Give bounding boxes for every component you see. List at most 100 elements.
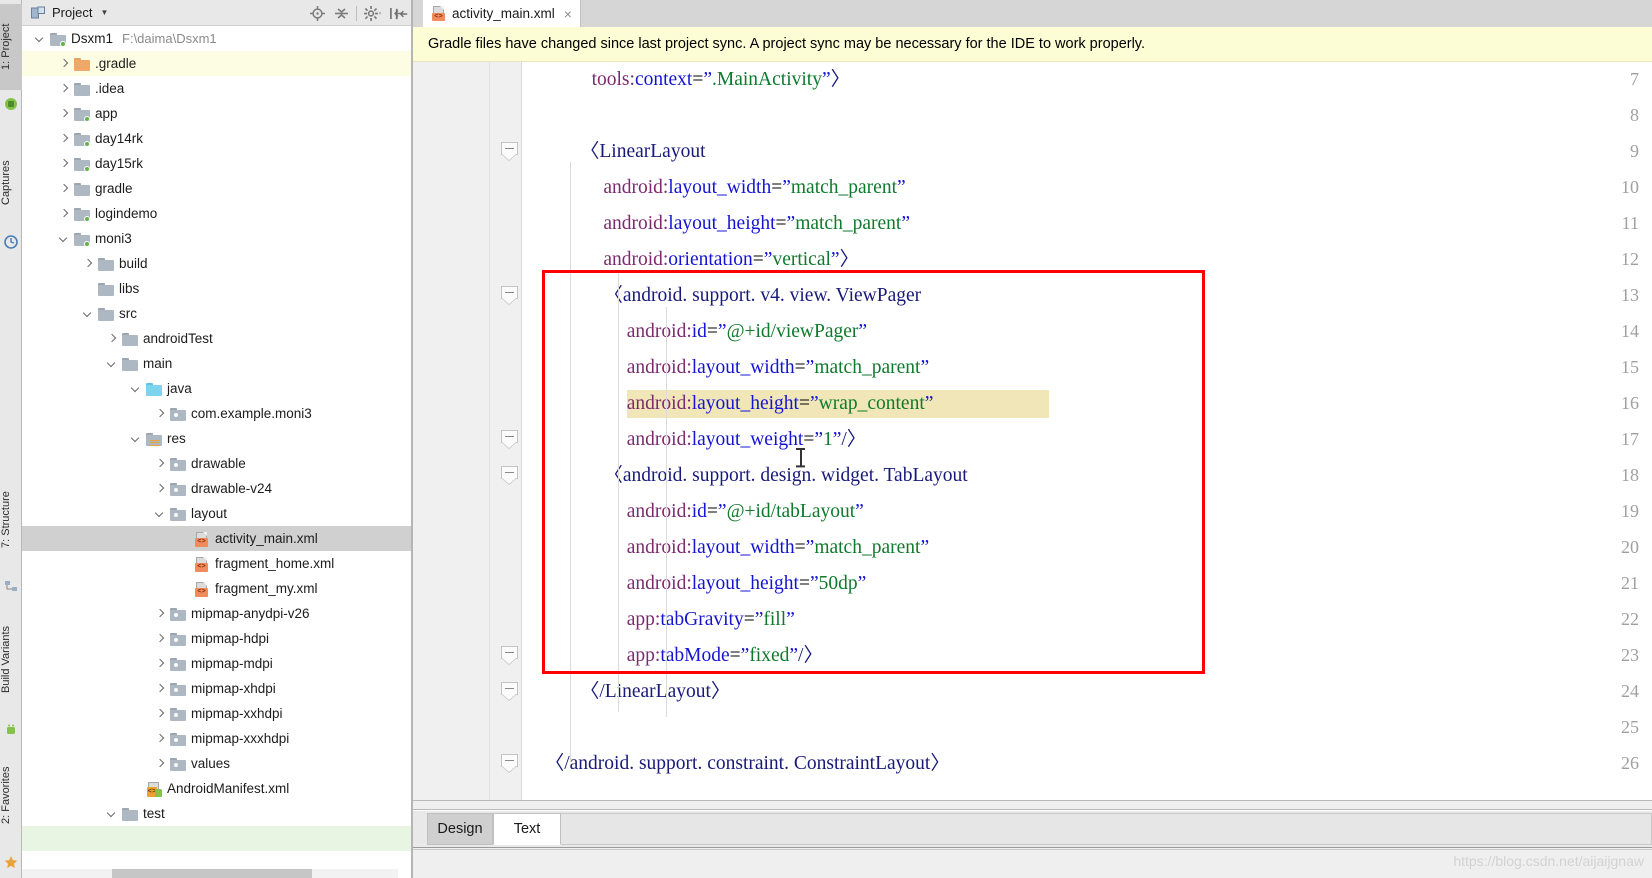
tree-row[interactable]: logindemo bbox=[22, 201, 412, 226]
chevron-right-icon[interactable] bbox=[154, 682, 167, 695]
code-fold-icon[interactable] bbox=[501, 754, 518, 774]
code-line[interactable]: 〈/android. support. constraint. Constrai… bbox=[545, 746, 950, 782]
chevron-right-icon[interactable] bbox=[154, 632, 167, 645]
sidebar-button-structure[interactable]: 7: Structure bbox=[0, 468, 22, 572]
code-line[interactable]: android:id=”@+id/tabLayout” bbox=[627, 494, 864, 530]
code-editor[interactable]: 7 tools:context=”.MainActivity”〉 8 9 〈Linear… bbox=[413, 62, 1652, 800]
tree-row[interactable]: values bbox=[22, 751, 412, 776]
tree-row[interactable]: test bbox=[22, 801, 412, 826]
code-line[interactable]: android:layout_width=”match_parent” bbox=[627, 530, 929, 566]
chevron-right-icon[interactable] bbox=[58, 82, 71, 95]
chevron-right-icon[interactable] bbox=[58, 57, 71, 70]
tree-row[interactable]: layout bbox=[22, 501, 412, 526]
chevron-right-icon[interactable] bbox=[154, 457, 167, 470]
code-line[interactable]: 〈LinearLayout bbox=[580, 134, 706, 170]
code-fold-icon[interactable] bbox=[501, 682, 518, 702]
tree-row[interactable]: <> AndroidManifest.xml bbox=[22, 776, 412, 801]
chevron-down-icon[interactable] bbox=[82, 307, 95, 320]
tree-row[interactable]: src bbox=[22, 301, 412, 326]
tree-row[interactable]: mipmap-mdpi bbox=[22, 651, 412, 676]
code-line[interactable]: app:tabGravity=”fill” bbox=[627, 602, 795, 638]
tree-row[interactable]: <> fragment_home.xml bbox=[22, 551, 412, 576]
chevron-right-icon[interactable] bbox=[154, 707, 167, 720]
tab-text[interactable]: Text bbox=[493, 813, 561, 845]
tree-row[interactable]: drawable-v24 bbox=[22, 476, 412, 501]
chevron-down-icon[interactable] bbox=[34, 32, 47, 45]
tree-row[interactable]: .gradle bbox=[22, 51, 412, 76]
tree-row[interactable] bbox=[22, 826, 412, 851]
chevron-right-icon[interactable] bbox=[154, 657, 167, 670]
chevron-right-icon[interactable] bbox=[58, 182, 71, 195]
close-icon[interactable]: × bbox=[564, 7, 572, 21]
chevron-down-icon[interactable] bbox=[130, 432, 143, 445]
sidebar-button-captures[interactable]: Captures bbox=[0, 138, 22, 228]
tree-row[interactable]: gradle bbox=[22, 176, 412, 201]
code-line[interactable]: app:tabMode=”fixed”/〉 bbox=[627, 638, 823, 674]
tree-row[interactable]: app bbox=[22, 101, 412, 126]
sidebar-button-build-variants[interactable]: Build Variants bbox=[0, 600, 22, 718]
tree-row[interactable]: res bbox=[22, 426, 412, 451]
chevron-right-icon[interactable] bbox=[58, 132, 71, 145]
tree-row[interactable]: <> activity_main.xml bbox=[22, 526, 412, 551]
tree-row[interactable]: day14rk bbox=[22, 126, 412, 151]
code-line[interactable]: android:orientation=”vertical”〉 bbox=[603, 242, 859, 278]
tree-row[interactable]: mipmap-anydpi-v26 bbox=[22, 601, 412, 626]
code-line[interactable]: 〈android. support. design. widget. TabLa… bbox=[603, 458, 967, 494]
code-line[interactable]: android:id=”@+id/viewPager” bbox=[627, 314, 867, 350]
project-tree[interactable]: Dsxm1 F:\daima\Dsxm1 .gradle .idea app day14r… bbox=[22, 26, 412, 878]
tree-row[interactable]: main bbox=[22, 351, 412, 376]
code-line[interactable]: 〈/LinearLayout〉 bbox=[580, 674, 731, 710]
code-fold-icon[interactable] bbox=[501, 430, 518, 450]
tree-row[interactable]: .idea bbox=[22, 76, 412, 101]
sidebar-button-project[interactable]: 1: Project bbox=[0, 4, 22, 90]
tree-row[interactable]: mipmap-xhdpi bbox=[22, 676, 412, 701]
chevron-right-icon[interactable] bbox=[154, 482, 167, 495]
tree-row[interactable]: moni3 bbox=[22, 226, 412, 251]
tree-row[interactable]: drawable bbox=[22, 451, 412, 476]
chevron-right-icon[interactable] bbox=[58, 207, 71, 220]
code-fold-icon[interactable] bbox=[501, 286, 518, 306]
code-fold-icon[interactable] bbox=[501, 466, 518, 486]
sidebar-button-favorites[interactable]: 2: Favorites bbox=[0, 742, 22, 848]
tree-row[interactable]: build bbox=[22, 251, 412, 276]
chevron-right-icon[interactable] bbox=[82, 257, 95, 270]
editor-tab-activity-main[interactable]: <> activity_main.xml × bbox=[423, 0, 581, 27]
code-line[interactable]: android:layout_height=”match_parent” bbox=[603, 206, 910, 242]
hide-all-panels-icon[interactable] bbox=[392, 0, 412, 27]
code-line[interactable]: 〈android. support. v4. view. ViewPager bbox=[603, 278, 921, 314]
tree-row[interactable]: mipmap-xxhdpi bbox=[22, 701, 412, 726]
tab-design[interactable]: Design bbox=[427, 813, 493, 845]
code-line[interactable]: android:layout_weight=”1”/〉 bbox=[627, 422, 867, 458]
tree-row[interactable]: com.example.moni3 bbox=[22, 401, 412, 426]
chevron-down-icon[interactable] bbox=[106, 357, 119, 370]
code-line[interactable]: android:layout_width=”match_parent” bbox=[627, 350, 929, 386]
code-fold-icon[interactable] bbox=[501, 142, 518, 162]
chevron-down-icon[interactable] bbox=[58, 232, 71, 245]
chevron-down-icon[interactable]: ▼ bbox=[100, 8, 108, 17]
chevron-right-icon[interactable] bbox=[154, 407, 167, 420]
tree-row[interactable]: Dsxm1 F:\daima\Dsxm1 bbox=[22, 26, 412, 51]
code-line[interactable]: tools:context=”.MainActivity”〉 bbox=[592, 62, 851, 98]
project-horizontal-scrollbar[interactable] bbox=[22, 869, 398, 878]
chevron-right-icon[interactable] bbox=[154, 607, 167, 620]
chevron-right-icon[interactable] bbox=[58, 107, 71, 120]
chevron-down-icon[interactable] bbox=[106, 807, 119, 820]
chevron-right-icon[interactable] bbox=[106, 332, 119, 345]
chevron-down-icon[interactable] bbox=[130, 382, 143, 395]
code-line[interactable]: android:layout_height=”50dp” bbox=[627, 566, 867, 602]
gear-icon[interactable] bbox=[360, 1, 384, 25]
code-line[interactable]: android:layout_width=”match_parent” bbox=[603, 170, 905, 206]
chevron-down-icon[interactable] bbox=[154, 507, 167, 520]
code-line[interactable]: android:layout_height=”wrap_content” bbox=[627, 386, 934, 422]
tree-row[interactable]: libs bbox=[22, 276, 412, 301]
locate-target-icon[interactable] bbox=[305, 1, 329, 25]
code-fold-icon[interactable] bbox=[501, 646, 518, 666]
chevron-right-icon[interactable] bbox=[154, 757, 167, 770]
chevron-right-icon[interactable] bbox=[154, 732, 167, 745]
tree-row[interactable]: androidTest bbox=[22, 326, 412, 351]
tree-row[interactable]: java bbox=[22, 376, 412, 401]
tree-row[interactable]: day15rk bbox=[22, 151, 412, 176]
tree-row[interactable]: <> fragment_my.xml bbox=[22, 576, 412, 601]
tree-row[interactable]: mipmap-xxxhdpi bbox=[22, 726, 412, 751]
chevron-right-icon[interactable] bbox=[58, 157, 71, 170]
